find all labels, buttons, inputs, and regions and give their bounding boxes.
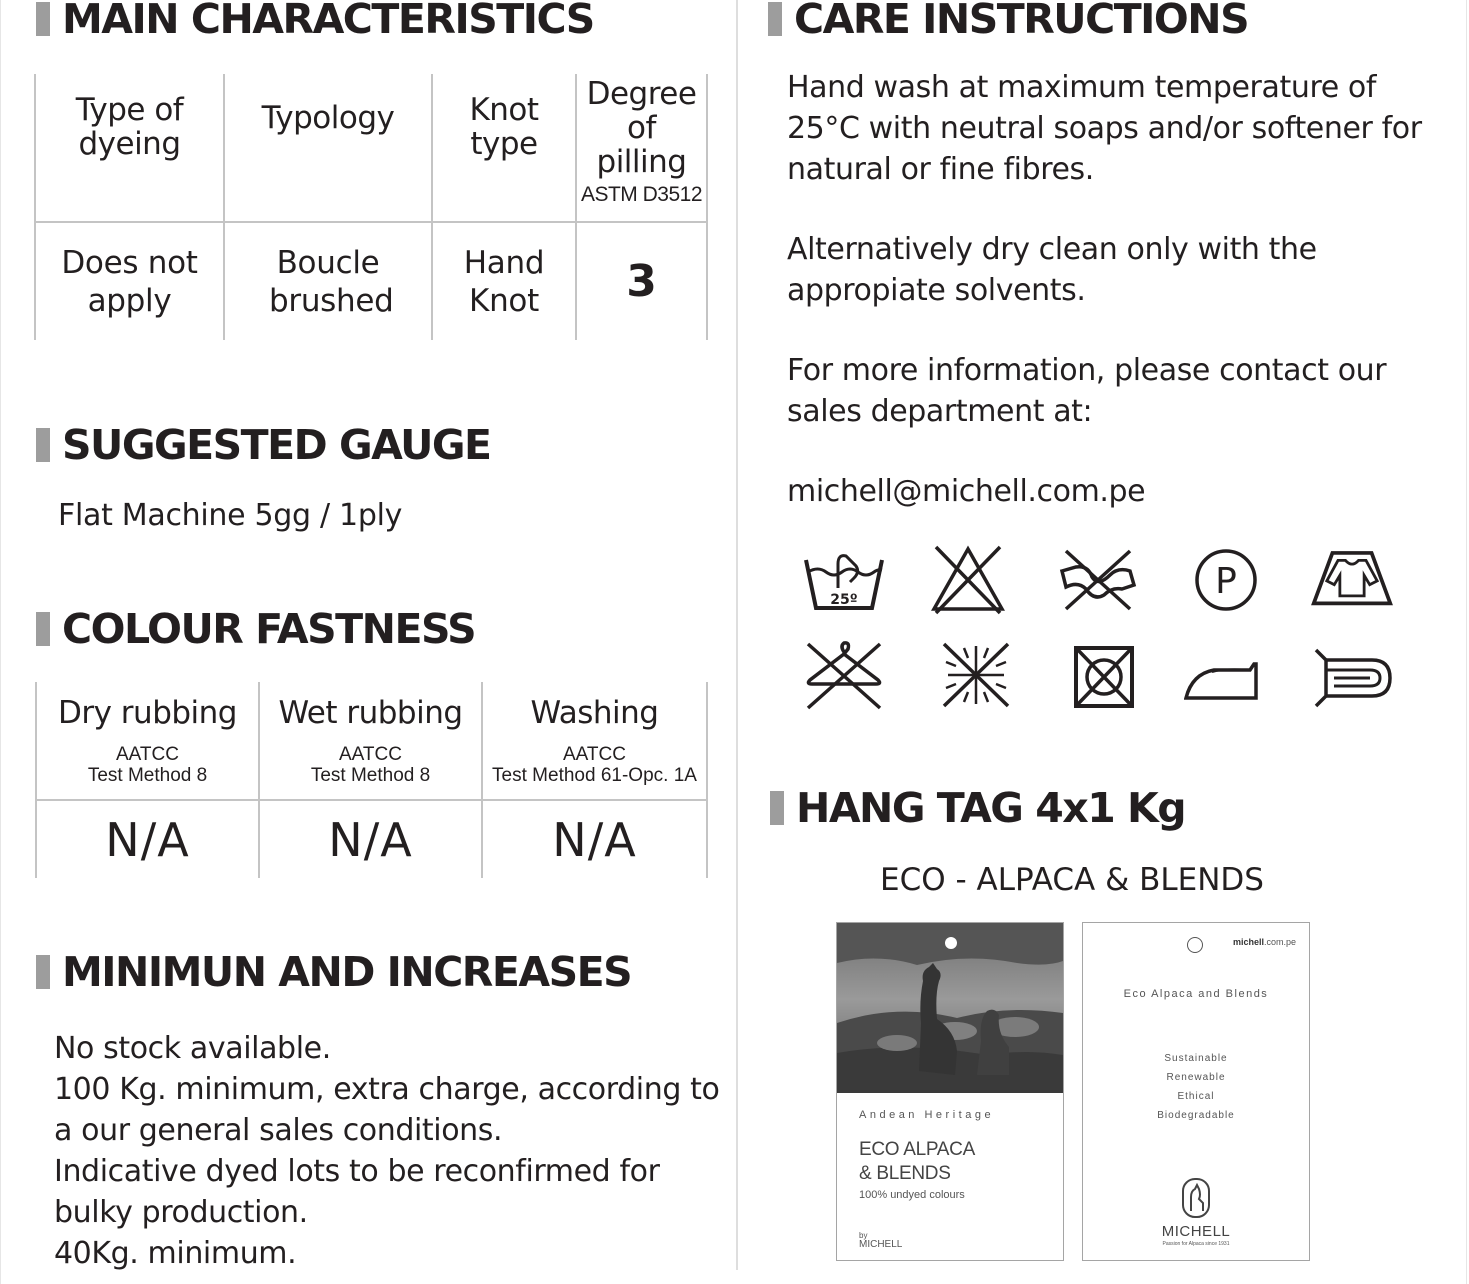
heading-bar (36, 612, 50, 646)
suggested-gauge-title: SUGGESTED GAUGE (62, 421, 492, 469)
minimum-heading: MINIMUN AND INCREASES (36, 947, 633, 997)
svg-text:25º: 25º (830, 592, 857, 608)
header-cell-dyeing: Type of dyeing (34, 74, 225, 223)
heading-bar (770, 791, 784, 825)
care-paragraph-2: Alternatively dry clean only with the ap… (787, 232, 1317, 308)
column-divider (736, 0, 738, 1270)
tag-hole (1187, 937, 1203, 953)
iron-low-icon (1184, 662, 1258, 700)
tag-front-name-2: & BLENDS (859, 1163, 951, 1184)
heading-bar (36, 428, 50, 462)
value-cell-washing: N/A (481, 800, 708, 878)
hang-tag-back: michell.com.pe Eco Alpaca and Blends Sus… (1082, 922, 1310, 1261)
value-cell-knot: Hand Knot (431, 222, 577, 340)
value-cell-typology: Boucle brushed (223, 222, 433, 340)
care-paragraph-1: Hand wash at maximum temperature of 25°C… (787, 70, 1422, 187)
tag-back-attribute: Ethical (1177, 1091, 1215, 1102)
minimum-line: Indicative dyed lots to be reconfirmed f… (54, 1154, 660, 1189)
heading-bar (768, 2, 782, 36)
do-not-hang-dry-icon (806, 641, 882, 710)
care-instructions-heading: CARE INSTRUCTIONS (768, 0, 1250, 44)
header-cell-washing: Washing AATCC Test Method 61-Opc. 1A (481, 682, 708, 801)
colour-fastness-header-row: Dry rubbing AATCC Test Method 8 Wet rubbi… (35, 682, 708, 801)
care-paragraph-3: For more information, please contact our… (787, 353, 1387, 429)
value-cell-dry-rubbing: N/A (35, 800, 260, 878)
tag-back-attribute: Biodegradable (1157, 1110, 1235, 1121)
page-right-edge (1466, 0, 1467, 1284)
minimum-title: MINIMUN AND INCREASES (62, 948, 633, 996)
heading-bar (36, 955, 50, 989)
main-characteristics-table: Type of dyeing Typology Knot type Degree… (34, 74, 708, 340)
tag-back-attribute: Renewable (1166, 1072, 1226, 1083)
main-characteristics-title: MAIN CHARACTERISTICS (62, 0, 595, 43)
minimum-text: No stock available. 100 Kg. minimum, ext… (54, 1028, 720, 1274)
minimum-line: No stock available. (54, 1031, 331, 1066)
tag-back-site: michell.com.pe (1233, 937, 1297, 947)
header-cell-pilling: Degree of pilling ASTM D3512 (575, 74, 708, 223)
tag-front-note: 100% undyed colours (859, 1189, 965, 1201)
header-cell-dry-rubbing: Dry rubbing AATCC Test Method 8 (35, 682, 260, 801)
alpaca-photo (837, 923, 1063, 1093)
tag-front-name-1: ECO ALPACA (859, 1139, 975, 1160)
tag-front-brand: MICHELL (859, 1239, 903, 1250)
main-characteristics-heading: MAIN CHARACTERISTICS (36, 0, 595, 44)
colour-fastness-table: Dry rubbing AATCC Test Method 8 Wet rubbi… (35, 682, 708, 878)
header-cell-wet-rubbing: Wet rubbing AATCC Test Method 8 (258, 682, 483, 801)
value-cell-dyeing: Does not apply (34, 222, 225, 340)
hang-tag-heading: HANG TAG 4x1 Kg (770, 783, 1187, 833)
hang-tag-title: HANG TAG 4x1 Kg (796, 784, 1187, 832)
tag-back-tagline: Passion for Alpaca since 1931 (1162, 1241, 1230, 1247)
email-link[interactable]: michell@michell.com.pe (787, 471, 1146, 512)
suggested-gauge-text: Flat Machine 5gg / 1ply (58, 498, 403, 533)
tag-back-attribute: Sustainable (1164, 1053, 1228, 1064)
value-cell-wet-rubbing: N/A (258, 800, 483, 878)
care-email: michell@michell.com.pe (787, 471, 1146, 512)
hang-tag-subtitle: ECO - ALPACA & BLENDS (880, 862, 1264, 898)
do-not-wring-icon (1059, 549, 1137, 611)
minimum-line: 100 Kg. minimum, extra charge, according… (54, 1072, 720, 1107)
minimum-line: 40Kg. minimum. (54, 1236, 297, 1271)
dry-clean-p-icon: P (1195, 549, 1257, 611)
colour-fastness-value-row: N/A N/A N/A (35, 800, 708, 878)
svg-text:P: P (1215, 561, 1237, 602)
minimum-line: a our general sales conditions. (54, 1113, 503, 1148)
hang-tag-front: Andean Heritage ECO ALPACA & BLENDS 100%… (836, 922, 1064, 1261)
do-not-dry-in-sun-icon (942, 642, 1010, 708)
suggested-gauge-heading: SUGGESTED GAUGE (36, 420, 492, 470)
value-cell-pilling: 3 (575, 222, 708, 340)
minimum-line: bulky production. (54, 1195, 308, 1230)
tag-back-brand: MICHELL (1161, 1223, 1231, 1240)
colour-fastness-title: COLOUR FASTNESS (62, 605, 477, 653)
roll-do-not-fold-icon (1314, 648, 1392, 708)
dry-flat-icon (1311, 551, 1393, 606)
header-cell-typology: Typology (223, 74, 433, 223)
colour-fastness-heading: COLOUR FASTNESS (36, 604, 477, 654)
care-instructions-title: CARE INSTRUCTIONS (794, 0, 1250, 43)
header-cell-knot: Knot type (431, 74, 577, 223)
do-not-tumble-dry-icon (1074, 646, 1134, 708)
tag-back-heading: Eco Alpaca and Blends (1123, 988, 1269, 1000)
do-not-bleach-icon (930, 545, 1006, 615)
main-characteristics-value-row: Does not apply Boucle brushed Hand Knot … (34, 222, 708, 340)
tag-hole (945, 937, 957, 949)
hand-wash-25-icon: 25º (804, 554, 884, 610)
page-left-edge (0, 0, 1, 1284)
main-characteristics-header-row: Type of dyeing Typology Knot type Degree… (34, 74, 708, 223)
tag-front-kicker: Andean Heritage (859, 1109, 995, 1121)
heading-bar (36, 2, 50, 36)
alpaca-logo-icon (1182, 1178, 1210, 1218)
